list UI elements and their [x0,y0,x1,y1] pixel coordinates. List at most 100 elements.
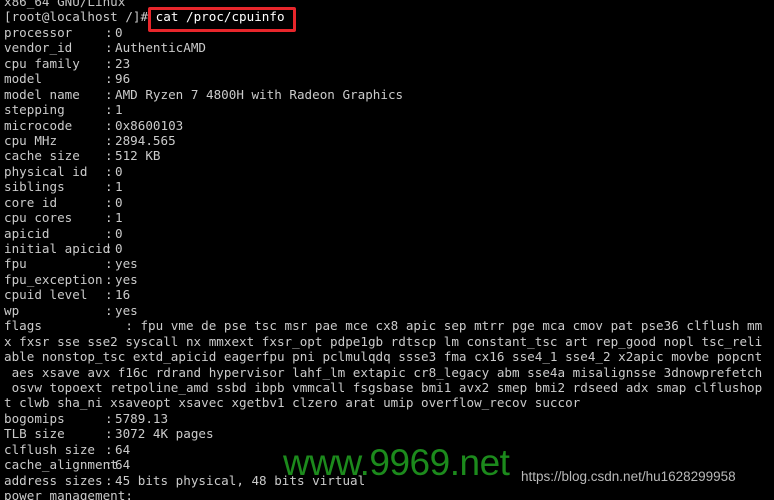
field-value: yes [115,302,138,318]
field-label: cache size [4,148,80,164]
field-value: AuthenticAMD [115,40,206,56]
cpuinfo-field-row: cache size:512 KB [4,148,774,163]
field-separator: : [105,441,113,457]
field-label: cpu MHz [4,132,58,148]
field-value: yes [115,271,138,287]
cpuinfo-field-row: core id:0 [4,195,774,210]
field-label: address sizes [4,472,103,488]
terminal-window[interactable]: x86_64 GNU/Linux [root@localhost /]# cat… [0,0,774,500]
field-separator: : [105,117,113,133]
field-value: 0 [115,163,123,179]
cpuinfo-field-row: TLB size:3072 4K pages [4,426,774,441]
cpuinfo-field-row: processor:0 [4,25,774,40]
field-value: 1 [115,102,123,118]
field-value: 3072 4K pages [115,426,214,442]
field-label: initial apicid [4,241,111,256]
field-separator: : [105,457,113,473]
cpu-flags-line: t clwb sha_ni xsaveopt xsavec xgetbv1 cl… [4,395,581,411]
field-separator: : [105,426,113,442]
field-separator: : [105,163,113,179]
field-value: AMD Ryzen 7 4800H with Radeon Graphics [115,86,404,102]
field-value: 0 [115,225,123,241]
field-label: model [4,71,42,87]
field-label: siblings [4,179,65,195]
field-value: 1 [115,179,123,195]
field-value: 16 [115,287,131,303]
field-value: 2894.565 [115,132,176,148]
field-label: microcode [4,117,73,133]
field-value: 1 [115,210,123,226]
field-label: physical id [4,163,88,179]
field-separator: : [105,71,113,87]
field-separator: : [105,271,113,287]
field-separator: : [105,86,113,102]
cpu-flags-line: x fxsr sse sse2 syscall nx mmxext fxsr_o… [4,333,763,349]
field-separator: : [105,472,113,488]
shell-prompt: [root@localhost /]# [4,9,149,25]
field-separator: : [105,194,113,210]
cpuinfo-field-row: siblings:1 [4,179,774,194]
field-value: 5789.13 [115,410,169,426]
command-prompt-line: [root@localhost /]# cat /proc/cpuinfo [4,9,774,24]
field-label: fpu_exception [4,271,103,287]
field-separator: : [105,302,113,318]
field-value: 0 [115,241,123,256]
field-label: cpuid level [4,287,88,303]
cpu-flags-block: flags : fpu vme de pse tsc msr pae mce c… [4,318,774,411]
field-label: apicid [4,225,50,241]
field-separator: : [105,132,113,148]
field-label: cpu cores [4,210,73,226]
field-separator: : [105,287,113,303]
cpuinfo-field-row: cpu MHz:2894.565 [4,133,774,148]
cpu-flags-line: osvw topoext retpoline_amd ssbd ibpb vmm… [4,379,763,395]
field-value: 64 [115,457,131,473]
terminal-screen: x86_64 GNU/Linux [root@localhost /]# cat… [4,0,774,500]
field-separator: : [105,256,113,272]
field-label: model name [4,86,80,102]
entered-command[interactable]: cat /proc/cpuinfo [156,9,285,24]
field-value: 0x8600103 [115,117,184,133]
cpuinfo-field-row: physical id:0 [4,164,774,179]
field-value: 23 [115,55,131,71]
cpuinfo-field-row: model name: AMD Ryzen 7 4800H with Radeon… [4,87,774,102]
power-management-line: power management: [4,488,133,500]
field-separator: : [105,241,113,256]
field-separator: : [105,225,113,241]
field-separator: : [105,410,113,426]
watermark-9969: www.9969.net [283,442,510,483]
cpuinfo-field-row: apicid:0 [4,226,774,241]
field-value: 0 [115,24,123,40]
watermark-csdn-url: https://blog.csdn.net/hu1628299958 [521,469,736,484]
cpuinfo-field-row: microcode:0x8600103 [4,118,774,133]
cpuinfo-field-row: model:96 [4,71,774,86]
scrollback-partial-line: x86_64 GNU/Linux [4,0,126,9]
cpuinfo-field-row: fpu: yes [4,256,774,271]
cpuinfo-field-list: processor:0 vendor_id: AuthenticAMD cpu fam… [4,25,774,318]
cpuinfo-field-row: stepping:1 [4,102,774,117]
cpuinfo-field-row: bogomips:5789.13 [4,411,774,426]
field-label: TLB size [4,426,65,442]
field-label: stepping [4,102,65,118]
field-label: core id [4,194,58,210]
field-separator: : [105,24,113,40]
cpuinfo-field-row: vendor_id: AuthenticAMD [4,40,774,55]
cpuinfo-field-row: cpu family:23 [4,56,774,71]
cpu-flags-line: aes xsave avx f16c rdrand hypervisor lah… [4,364,763,380]
field-label: fpu [4,256,27,272]
cpuinfo-field-row: initial apicid: 0 [4,241,774,256]
cpuinfo-field-row: fpu_exception: yes [4,272,774,287]
cpuinfo-field-row: wp: yes [4,303,774,318]
field-separator: : [105,55,113,71]
field-label: wp [4,302,20,318]
field-separator: : [105,210,113,226]
field-value: 0 [115,194,123,210]
field-label: vendor_id [4,40,73,56]
cpuinfo-field-row: cpuid level:16 [4,287,774,302]
field-value: 64 [115,441,131,457]
cpuinfo-field-row: cpu cores:1 [4,210,774,225]
field-label: bogomips [4,410,65,426]
field-separator: : [105,40,113,56]
field-separator: : [105,148,113,164]
field-label: cpu family [4,55,80,71]
field-separator: : [105,179,113,195]
